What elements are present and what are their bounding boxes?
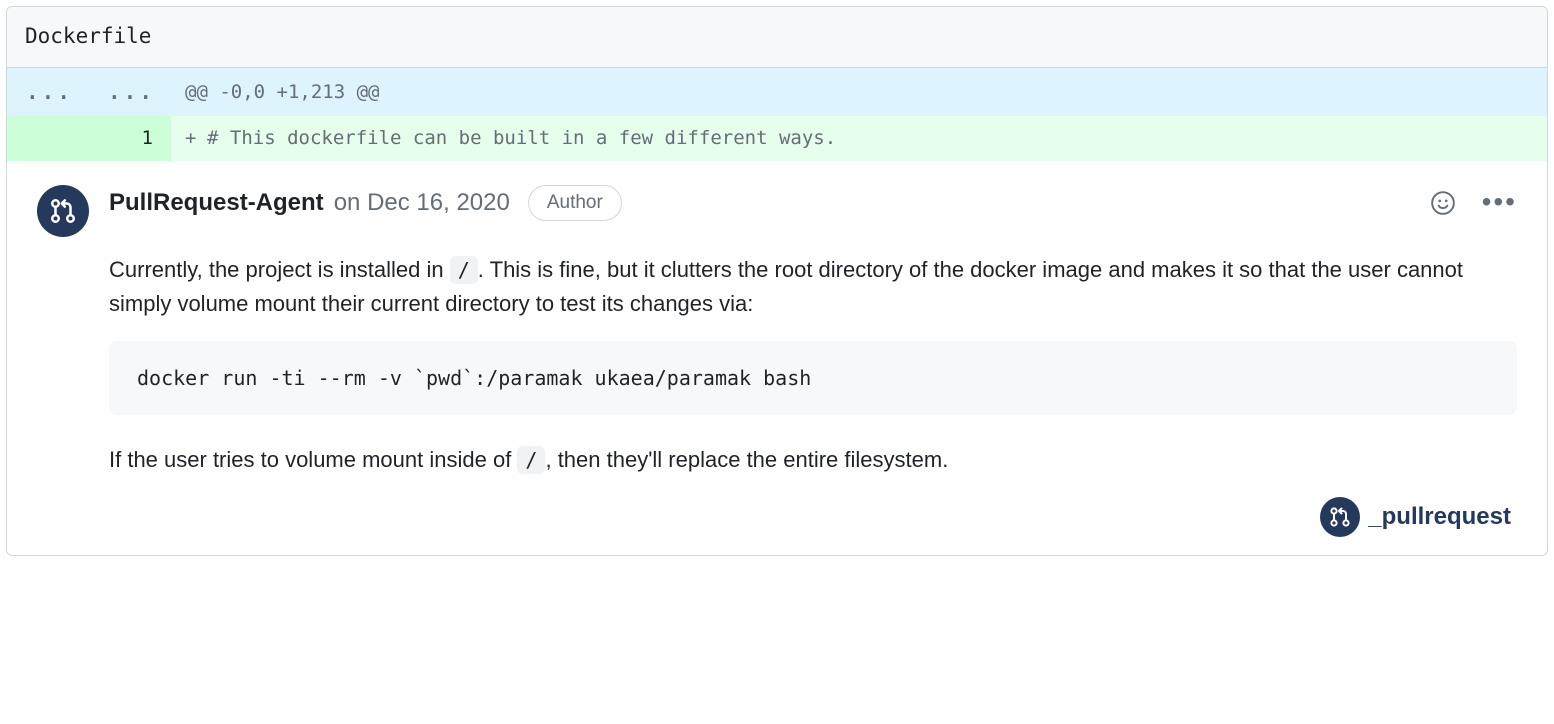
source-attribution[interactable]: _pullrequest bbox=[109, 497, 1517, 537]
hunk-header-row: ... ... @@ -0,0 +1,213 @@ bbox=[7, 68, 1547, 117]
comment-actions: ••• bbox=[1430, 190, 1517, 216]
old-line-number bbox=[7, 116, 89, 161]
review-comment: PullRequest-Agent on Dec 16, 2020 Author… bbox=[7, 161, 1547, 556]
add-reaction-button[interactable] bbox=[1430, 190, 1456, 216]
new-line-number[interactable]: 1 bbox=[89, 116, 171, 161]
diff-marker-add: + bbox=[185, 124, 207, 153]
comment-body: PullRequest-Agent on Dec 16, 2020 Author… bbox=[109, 185, 1517, 538]
comment-username[interactable]: PullRequest-Agent bbox=[109, 185, 324, 221]
comment-timestamp[interactable]: on Dec 16, 2020 bbox=[334, 185, 510, 221]
file-name: Dockerfile bbox=[25, 24, 151, 48]
source-logo bbox=[1320, 497, 1360, 537]
inline-code: / bbox=[450, 256, 478, 284]
diff-line-added: 1 +# This dockerfile can be built in a f… bbox=[7, 116, 1547, 161]
source-label: _pullrequest bbox=[1368, 499, 1511, 535]
smiley-icon bbox=[1430, 190, 1456, 216]
more-actions-button[interactable]: ••• bbox=[1482, 194, 1517, 211]
diff-code-text: # This dockerfile can be built in a few … bbox=[207, 127, 836, 149]
gutter-expand-left[interactable]: ... bbox=[7, 68, 89, 117]
hunk-header-text: @@ -0,0 +1,213 @@ bbox=[171, 68, 1547, 117]
pullrequest-logo-icon bbox=[48, 196, 78, 226]
diff-comment-container: Dockerfile ... ... @@ -0,0 +1,213 @@ 1 +… bbox=[6, 6, 1548, 556]
gutter-expand-right[interactable]: ... bbox=[89, 68, 171, 117]
file-header[interactable]: Dockerfile bbox=[7, 7, 1547, 68]
diff-line-content: +# This dockerfile can be built in a few… bbox=[171, 116, 1547, 161]
inline-code: / bbox=[517, 446, 545, 474]
comment-header: PullRequest-Agent on Dec 16, 2020 Author… bbox=[109, 185, 1517, 222]
code-block: docker run -ti --rm -v `pwd`:/paramak uk… bbox=[109, 341, 1517, 415]
pullrequest-logo-icon bbox=[1328, 505, 1352, 529]
avatar[interactable] bbox=[37, 185, 89, 237]
comment-paragraph: Currently, the project is installed in /… bbox=[109, 253, 1517, 321]
diff-table: ... ... @@ -0,0 +1,213 @@ 1 +# This dock… bbox=[7, 68, 1547, 161]
author-badge: Author bbox=[528, 185, 622, 222]
comment-paragraph: If the user tries to volume mount inside… bbox=[109, 443, 1517, 477]
